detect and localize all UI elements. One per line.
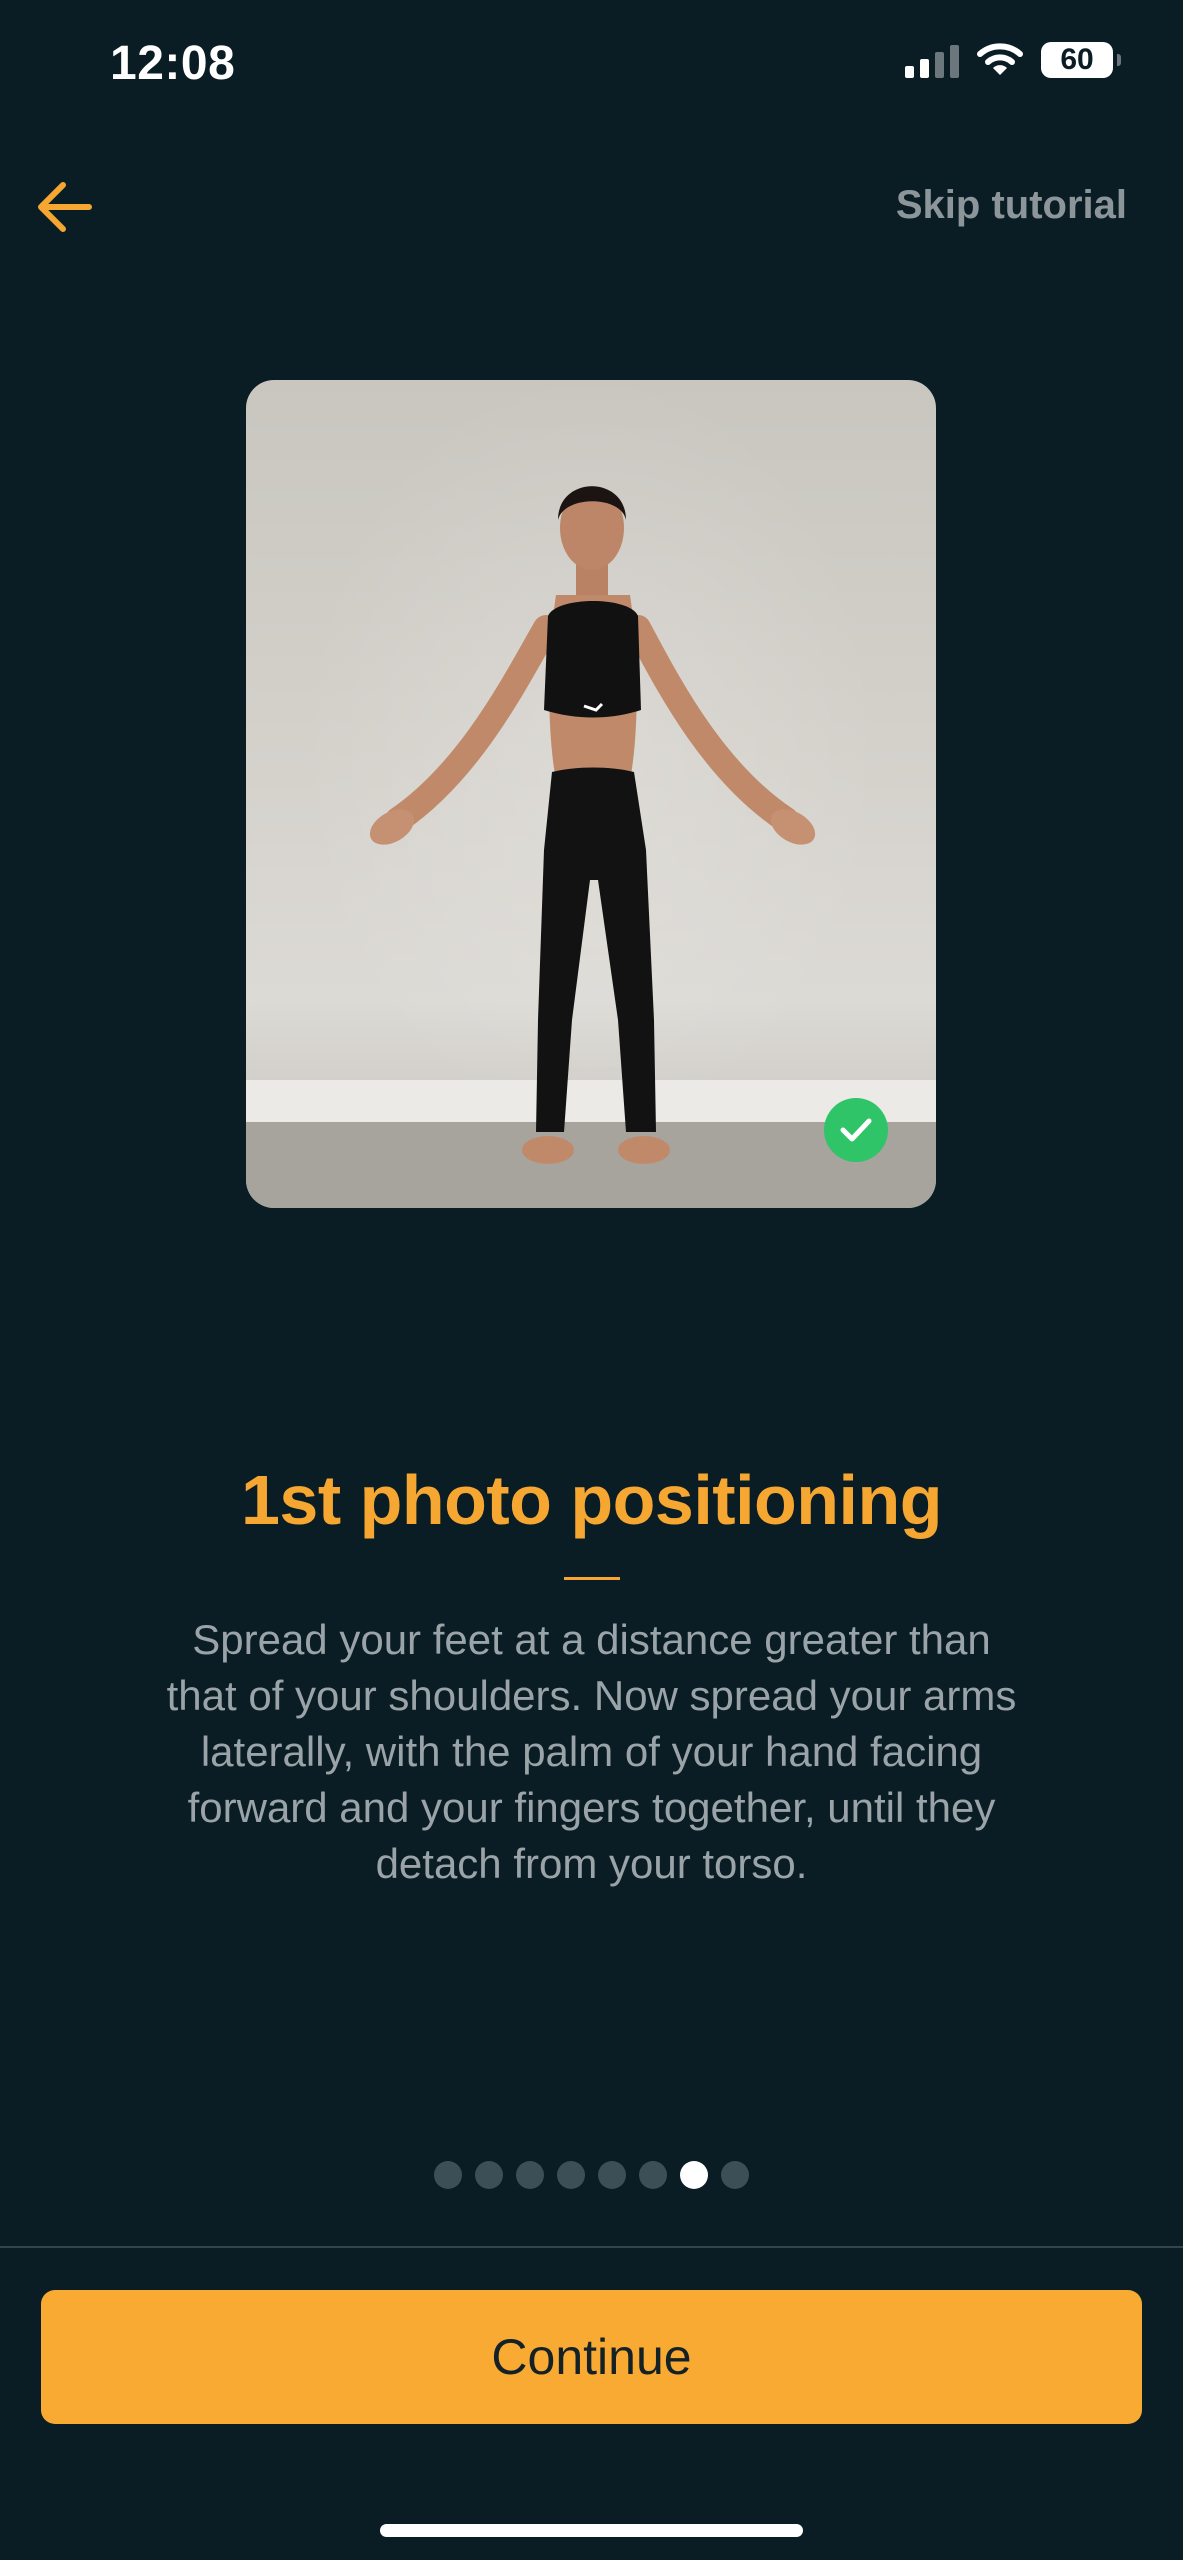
wifi-icon	[977, 43, 1023, 75]
pager-dot	[434, 2161, 462, 2189]
pager-dot	[598, 2161, 626, 2189]
cellular-signal-icon	[905, 42, 959, 78]
continue-button[interactable]: Continue	[41, 2290, 1142, 2424]
home-indicator[interactable]	[380, 2524, 803, 2537]
page-title: 1st photo positioning	[240, 1461, 943, 1539]
title-divider	[564, 1577, 620, 1580]
battery-icon: 60	[1041, 42, 1121, 78]
pager-dot	[516, 2161, 544, 2189]
pager-dot	[475, 2161, 503, 2189]
footer-divider	[0, 2246, 1183, 2248]
example-photo	[246, 380, 936, 1208]
tutorial-screen: 12:08 60 Skip tutorial 1st photo positio…	[0, 0, 1183, 2560]
pager-dot	[639, 2161, 667, 2189]
page-indicator	[0, 2161, 1183, 2189]
pager-dot	[721, 2161, 749, 2189]
check-icon	[824, 1098, 888, 1162]
status-time: 12:08	[110, 37, 236, 90]
battery-level: 60	[1060, 43, 1094, 76]
status-indicators: 60	[905, 42, 1121, 78]
person-illustration	[369, 486, 816, 1164]
pager-dot	[557, 2161, 585, 2189]
skip-tutorial-button[interactable]: Skip tutorial	[896, 183, 1127, 228]
arrow-left-icon	[38, 182, 92, 232]
pager-dot-active	[680, 2161, 708, 2189]
instruction-text: Spread your feet at a distance greater t…	[166, 1616, 1017, 1887]
back-button[interactable]	[30, 172, 100, 242]
